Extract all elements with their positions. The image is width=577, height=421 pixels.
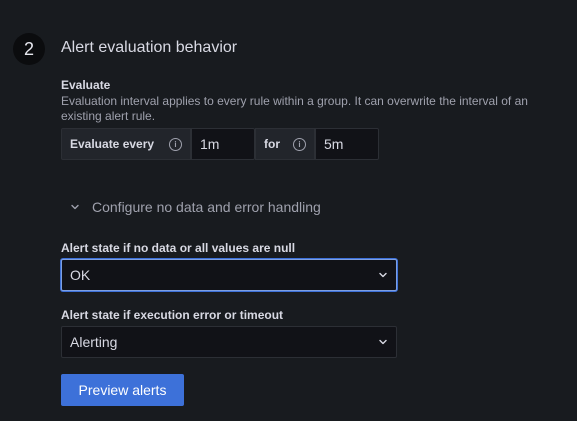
info-icon[interactable]: i bbox=[293, 137, 306, 151]
no-data-state-value: OK bbox=[70, 267, 91, 283]
chevron-down-icon bbox=[70, 202, 80, 212]
evaluate-every-input[interactable] bbox=[191, 128, 255, 160]
chevron-down-icon bbox=[378, 270, 388, 280]
no-data-handling-toggle-label: Configure no data and error handling bbox=[92, 199, 321, 215]
alert-evaluation-section: 2 Alert evaluation behavior Evaluate Eva… bbox=[0, 0, 577, 421]
for-label: for bbox=[264, 137, 280, 151]
no-data-state-label: Alert state if no data or all values are… bbox=[61, 241, 296, 255]
evaluate-interval-row: Evaluate every i for i bbox=[61, 128, 379, 160]
info-icon[interactable]: i bbox=[169, 137, 182, 151]
no-data-state-select[interactable]: OK bbox=[61, 259, 397, 291]
step-number-badge: 2 bbox=[13, 33, 45, 65]
error-state-value: Alerting bbox=[70, 334, 118, 350]
chevron-down-icon bbox=[378, 337, 388, 347]
evaluate-every-addon: Evaluate every i bbox=[61, 128, 191, 160]
error-state-label: Alert state if execution error or timeou… bbox=[61, 308, 284, 322]
preview-alerts-button[interactable]: Preview alerts bbox=[61, 374, 184, 406]
for-duration-input[interactable] bbox=[315, 128, 379, 160]
evaluate-every-label: Evaluate every bbox=[70, 137, 155, 151]
for-addon: for i bbox=[255, 128, 315, 160]
error-state-select[interactable]: Alerting bbox=[61, 326, 397, 358]
evaluate-label: Evaluate bbox=[61, 78, 111, 92]
no-data-handling-toggle[interactable]: Configure no data and error handling bbox=[70, 199, 321, 215]
evaluate-description: Evaluation interval applies to every rul… bbox=[61, 94, 528, 123]
section-title: Alert evaluation behavior bbox=[61, 39, 238, 56]
